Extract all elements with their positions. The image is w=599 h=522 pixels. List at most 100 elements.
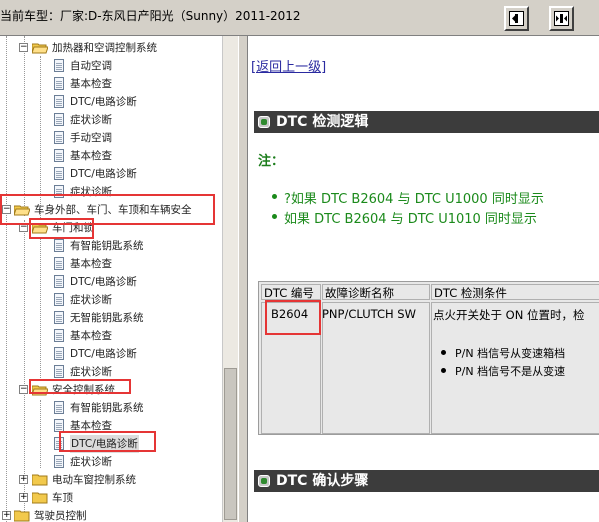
document-icon bbox=[54, 293, 64, 306]
tree-item-doc[interactable]: 无智能钥匙系统 bbox=[0, 309, 222, 327]
dtc-condition: 点火开关处于 ON 位置时，检 bbox=[433, 308, 585, 322]
bullet-icon bbox=[441, 350, 446, 355]
back-link[interactable]: [返回上一级] bbox=[251, 56, 326, 75]
folder-icon bbox=[14, 510, 30, 522]
document-icon bbox=[54, 239, 64, 252]
collapse-toggle-icon[interactable]: − bbox=[19, 43, 28, 52]
document-icon bbox=[54, 347, 64, 360]
document-icon bbox=[54, 59, 64, 72]
tree-item-label: 电动车窗控制系统 bbox=[52, 474, 136, 486]
tree-item-label: 基本检查 bbox=[70, 150, 112, 162]
table-header: DTC 检测条件 bbox=[431, 284, 599, 300]
tree-item-label: 症状诊断 bbox=[70, 456, 112, 468]
condition-bullet-text: P/N 档信号从变速箱档 bbox=[455, 347, 566, 360]
tree-item-doc[interactable]: 手动空调 bbox=[0, 129, 222, 147]
tree-item-label: 基本检查 bbox=[70, 258, 112, 270]
condition-bullet-text: P/N 档信号不是从变速 bbox=[455, 365, 566, 378]
tree-item-doc[interactable]: 有智能钥匙系统 bbox=[0, 237, 222, 255]
pane-splitter[interactable] bbox=[238, 36, 248, 522]
note-label: 注： bbox=[258, 154, 285, 169]
document-icon bbox=[54, 149, 64, 162]
collapse-icon bbox=[554, 11, 569, 26]
tree-item-doc[interactable]: DTC/电路诊断 bbox=[0, 345, 222, 363]
section-header: DTC 确认步骤 bbox=[254, 470, 599, 492]
expand-toggle-icon[interactable]: + bbox=[2, 511, 11, 520]
tree-item-doc[interactable]: 自动空调 bbox=[0, 57, 222, 75]
tree-item-doc[interactable]: 基本检查 bbox=[0, 327, 222, 345]
tree-item-doc[interactable]: 基本检查 bbox=[0, 255, 222, 273]
tree-item-label: DTC/电路诊断 bbox=[70, 168, 137, 180]
expand-icon bbox=[509, 11, 524, 26]
table-header: DTC 编号 bbox=[261, 284, 321, 300]
section-title: DTC 检测逻辑 bbox=[276, 114, 369, 130]
section-bullet-icon bbox=[258, 116, 270, 128]
tree-item-label: 有智能钥匙系统 bbox=[70, 240, 144, 252]
document-icon bbox=[54, 275, 64, 288]
tree-item-label: 加热器和空调控制系统 bbox=[52, 42, 157, 54]
annotation-box bbox=[29, 218, 94, 239]
tree-item-label: 症状诊断 bbox=[70, 294, 112, 306]
document-icon bbox=[54, 455, 64, 468]
tree-item-doc[interactable]: 基本检查 bbox=[0, 147, 222, 165]
tree-item-label: 自动空调 bbox=[70, 60, 112, 72]
tree-item-doc[interactable]: 基本检查 bbox=[0, 75, 222, 93]
scrollbar-thumb[interactable] bbox=[224, 368, 237, 520]
expand-toggle-icon[interactable]: + bbox=[19, 475, 28, 484]
note-item: 如果 DTC B2604 与 DTC U1010 同时显示 bbox=[272, 208, 537, 227]
tree-item-label: 车顶 bbox=[52, 492, 73, 504]
tree-item-doc[interactable]: 有智能钥匙系统 bbox=[0, 399, 222, 417]
document-icon bbox=[54, 167, 64, 180]
tree-item-doc[interactable]: 症状诊断 bbox=[0, 291, 222, 309]
tree-item-label: 手动空调 bbox=[70, 132, 112, 144]
bullet-icon bbox=[272, 194, 277, 199]
tree-scrollbar[interactable] bbox=[222, 36, 238, 522]
tree-item-doc[interactable]: DTC/电路诊断 bbox=[0, 273, 222, 291]
collapse-button[interactable] bbox=[549, 6, 574, 31]
table-cell bbox=[322, 302, 430, 434]
tree-item-folder[interactable]: + 车顶 bbox=[0, 489, 222, 507]
expand-toggle-icon[interactable]: + bbox=[19, 493, 28, 502]
document-icon bbox=[54, 113, 64, 126]
annotation-box bbox=[29, 379, 131, 394]
tree-item-label: 驾驶员控制 bbox=[34, 510, 87, 522]
table-header: 故障诊断名称 bbox=[322, 284, 430, 300]
folder-icon bbox=[32, 474, 48, 486]
folder-icon bbox=[32, 492, 48, 504]
tree-item-folder[interactable]: + 电动车窗控制系统 bbox=[0, 471, 222, 489]
tree-item-label: 基本检查 bbox=[70, 330, 112, 342]
title-bar: 当前车型：厂家:D-东风日产阳光（Sunny）2011-2012 bbox=[0, 0, 599, 36]
tree-item-label: DTC/电路诊断 bbox=[70, 348, 137, 360]
document-icon bbox=[54, 131, 64, 144]
document-icon bbox=[54, 365, 64, 378]
section-bullet-icon bbox=[258, 475, 270, 487]
window-title: 当前车型：厂家:D-东风日产阳光（Sunny）2011-2012 bbox=[0, 9, 301, 23]
tree-item-label: 无智能钥匙系统 bbox=[70, 312, 144, 324]
document-icon bbox=[54, 77, 64, 90]
document-icon bbox=[54, 311, 64, 324]
tree-item-folder[interactable]: + 驾驶员控制 bbox=[0, 507, 222, 522]
navigation-tree[interactable]: − 加热器和空调控制系统 自动空调 基本检查 DTC/电路诊断 症状诊断 手动空… bbox=[0, 36, 222, 522]
section-header: DTC 检测逻辑 bbox=[254, 111, 599, 133]
tree-item-doc[interactable]: DTC/电路诊断 bbox=[0, 165, 222, 183]
dtc-table: DTC 编号 故障诊断名称 DTC 检测条件 B2604 PNP/CLUTCH … bbox=[258, 281, 599, 435]
note-item-text: ?如果 DTC B2604 与 DTC U1000 同时显示 bbox=[284, 192, 544, 207]
collapse-toggle-icon[interactable]: − bbox=[19, 385, 28, 394]
expand-button[interactable] bbox=[504, 6, 529, 31]
tree-item-label: DTC/电路诊断 bbox=[70, 276, 137, 288]
tree-item-doc[interactable]: 症状诊断 bbox=[0, 111, 222, 129]
annotation-box bbox=[265, 300, 321, 335]
tree-item-doc[interactable]: 症状诊断 bbox=[0, 453, 222, 471]
document-icon bbox=[54, 329, 64, 342]
bullet-icon bbox=[272, 214, 277, 219]
document-icon bbox=[54, 257, 64, 270]
note-item-text: 如果 DTC B2604 与 DTC U1010 同时显示 bbox=[284, 212, 537, 227]
condition-bullet: P/N 档信号从变速箱档 bbox=[441, 345, 566, 361]
tree-item-doc[interactable]: DTC/电路诊断 bbox=[0, 93, 222, 111]
bullet-icon bbox=[441, 368, 446, 373]
annotation-box bbox=[59, 431, 156, 452]
section-title: DTC 确认步骤 bbox=[276, 473, 369, 489]
tree-item-folder[interactable]: − 加热器和空调控制系统 bbox=[0, 39, 222, 57]
tree-item-label: 症状诊断 bbox=[70, 114, 112, 126]
content-pane: [返回上一级] DTC 检测逻辑 注： ?如果 DTC B2604 与 DTC … bbox=[248, 36, 599, 522]
tree-item-label: DTC/电路诊断 bbox=[70, 96, 137, 108]
